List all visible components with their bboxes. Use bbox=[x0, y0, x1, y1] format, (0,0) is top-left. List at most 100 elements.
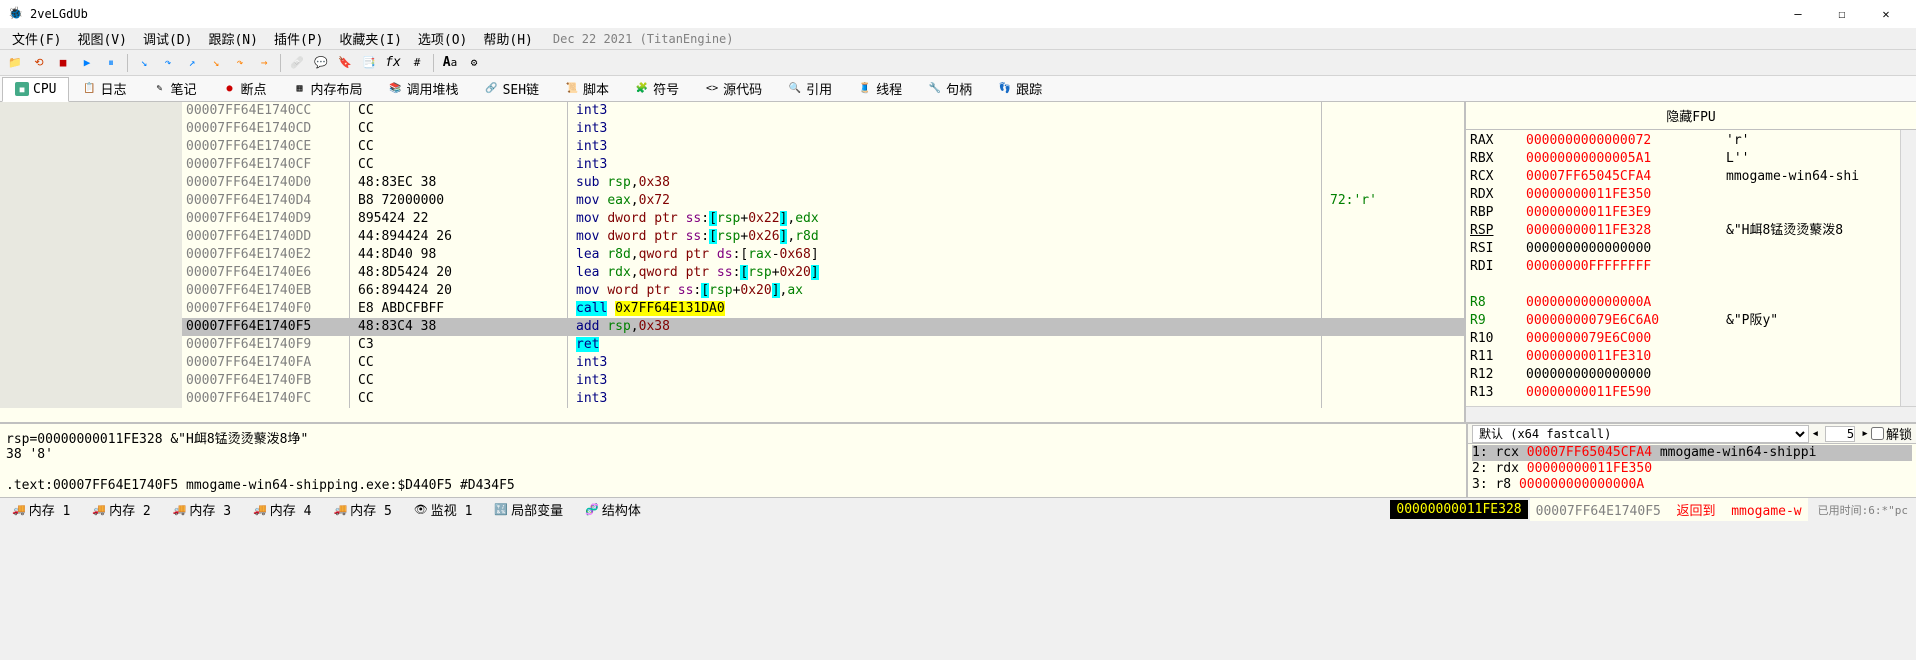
disasm-row[interactable]: 00007FF64E1740F9C3ret bbox=[0, 336, 1464, 354]
step-into-icon[interactable]: ↘ bbox=[133, 53, 155, 73]
tab-memmap[interactable]: ▦内存布局 bbox=[280, 74, 376, 103]
spinner-down-icon[interactable]: ◂ bbox=[1809, 426, 1821, 441]
btab-mem4[interactable]: 🚚内存 4 bbox=[243, 498, 321, 521]
btab-mem1[interactable]: 🚚内存 1 bbox=[2, 498, 80, 521]
disasm-row[interactable]: 00007FF64E1740F548:83C4 38add rsp,0x38 bbox=[0, 318, 1464, 336]
tab-symbols[interactable]: 🧩符号 bbox=[622, 74, 692, 103]
register-row[interactable]: RBX00000000000005A1L'' bbox=[1470, 150, 1912, 168]
run-to-icon[interactable]: → bbox=[253, 53, 275, 73]
tab-seh[interactable]: 🔗SEH链 bbox=[472, 74, 552, 103]
register-row[interactable]: R120000000000000000 bbox=[1470, 366, 1912, 384]
register-row[interactable]: R8000000000000000A bbox=[1470, 294, 1912, 312]
register-row[interactable]: RCX00007FF65045CFA4mmogame-win64-shi bbox=[1470, 168, 1912, 186]
btab-mem3[interactable]: 🚚内存 3 bbox=[163, 498, 241, 521]
close-button[interactable]: ✕ bbox=[1864, 0, 1908, 28]
tab-script[interactable]: 📜脚本 bbox=[552, 74, 622, 103]
patches-icon[interactable]: 🩹 bbox=[286, 53, 308, 73]
register-row[interactable]: RBP00000000011FE3E9 bbox=[1470, 204, 1912, 222]
comments-icon[interactable]: 💬 bbox=[310, 53, 332, 73]
disasm-row[interactable]: 00007FF64E1740CECCint3 bbox=[0, 138, 1464, 156]
tab-log[interactable]: 📋日志 bbox=[69, 74, 139, 103]
disasm-row[interactable]: 00007FF64E1740FACCint3 bbox=[0, 354, 1464, 372]
font-icon[interactable]: Aa bbox=[439, 53, 461, 73]
tab-follow[interactable]: 👣跟踪 bbox=[985, 74, 1055, 103]
settings-icon[interactable]: ⚙ bbox=[463, 53, 485, 73]
step-out-icon[interactable]: ↗ bbox=[181, 53, 203, 73]
hash-icon[interactable]: # bbox=[406, 53, 428, 73]
register-row[interactable]: RAX0000000000000072'r' bbox=[1470, 132, 1912, 150]
register-row[interactable]: RSP00000000011FE328&"H衈8锰烫烫藂泼8 bbox=[1470, 222, 1912, 240]
tab-notes[interactable]: ✎笔记 bbox=[140, 74, 210, 103]
args-list[interactable]: 1: rcx 00007FF65045CFA4 mmogame-win64-sh… bbox=[1468, 444, 1916, 497]
stop-icon[interactable]: ■ bbox=[52, 53, 74, 73]
register-row[interactable]: R100000000079E6C000 bbox=[1470, 330, 1912, 348]
menu-view[interactable]: 视图(V) bbox=[69, 27, 134, 50]
register-scrollbar[interactable] bbox=[1900, 130, 1916, 406]
run-icon[interactable]: ▶ bbox=[76, 53, 98, 73]
labels-icon[interactable]: 🔖 bbox=[334, 53, 356, 73]
disasm-row[interactable]: 00007FF64E1740FBCCint3 bbox=[0, 372, 1464, 390]
register-list[interactable]: RAX0000000000000072'r'RBX00000000000005A… bbox=[1466, 130, 1916, 406]
btab-watch[interactable]: 👁监视 1 bbox=[404, 498, 483, 521]
menu-favorites[interactable]: 收藏夹(I) bbox=[331, 27, 409, 50]
trace-over-icon[interactable]: ↷ bbox=[229, 53, 251, 73]
restart-icon[interactable]: ⟲ bbox=[28, 53, 50, 73]
tab-threads[interactable]: 🧵线程 bbox=[845, 74, 915, 103]
menu-file[interactable]: 文件(F) bbox=[4, 27, 69, 50]
btab-mem2[interactable]: 🚚内存 2 bbox=[82, 498, 160, 521]
register-hscroll[interactable] bbox=[1466, 406, 1916, 422]
disasm-row[interactable]: 00007FF64E1740F0E8 ABDCFBFFcall 0x7FF64E… bbox=[0, 300, 1464, 318]
unlock-checkbox[interactable]: 解锁 bbox=[1871, 424, 1912, 443]
disassembly-list[interactable]: 00007FF64E1740CCCCint300007FF64E1740CDCC… bbox=[0, 102, 1464, 422]
trace-into-icon[interactable]: ↘ bbox=[205, 53, 227, 73]
tab-source[interactable]: <>源代码 bbox=[692, 74, 775, 103]
disasm-row[interactable]: 00007FF64E1740E244:8D40 98lea r8d,qword … bbox=[0, 246, 1464, 264]
menu-help[interactable]: 帮助(H) bbox=[475, 27, 540, 50]
disasm-row[interactable]: 00007FF64E1740EB66:894424 20mov word ptr… bbox=[0, 282, 1464, 300]
register-row[interactable]: R900000000079E6C6A0&"P阪y" bbox=[1470, 312, 1912, 330]
register-row[interactable]: RDX00000000011FE350 bbox=[1470, 186, 1912, 204]
step-over-icon[interactable]: ↷ bbox=[157, 53, 179, 73]
arg-count-input[interactable] bbox=[1825, 426, 1855, 442]
disasm-row[interactable]: 00007FF64E1740D048:83EC 38sub rsp,0x38 bbox=[0, 174, 1464, 192]
disasm-row[interactable]: 00007FF64E1740D9895424 22mov dword ptr s… bbox=[0, 210, 1464, 228]
register-row[interactable]: R1300000000011FE590 bbox=[1470, 384, 1912, 402]
register-row[interactable]: R1100000000011FE310 bbox=[1470, 348, 1912, 366]
disasm-row[interactable]: 00007FF64E1740CFCCint3 bbox=[0, 156, 1464, 174]
register-row[interactable]: RSI0000000000000000 bbox=[1470, 240, 1912, 258]
btab-mem5[interactable]: 🚚内存 5 bbox=[323, 498, 401, 521]
tab-refs[interactable]: 🔍引用 bbox=[775, 74, 845, 103]
tab-breakpoints[interactable]: ●断点 bbox=[210, 74, 280, 103]
tab-handles[interactable]: 🔧句柄 bbox=[915, 74, 985, 103]
menu-options[interactable]: 选项(O) bbox=[410, 27, 475, 50]
disasm-row[interactable]: 00007FF64E1740CDCCint3 bbox=[0, 120, 1464, 138]
pause-icon[interactable]: ⏸ bbox=[100, 53, 122, 73]
btab-locals[interactable]: 🔣局部变量 bbox=[484, 498, 573, 521]
disasm-row[interactable]: 00007FF64E1740E648:8D5424 20lea rdx,qwor… bbox=[0, 264, 1464, 282]
functions-icon[interactable]: fx bbox=[382, 53, 404, 73]
disasm-row[interactable]: 00007FF64E1740FCCCint3 bbox=[0, 390, 1464, 408]
spinner-up-icon[interactable]: ▸ bbox=[1859, 426, 1871, 441]
register-row[interactable]: RDI00000000FFFFFFFF bbox=[1470, 258, 1912, 276]
calling-convention-select[interactable]: 默认 (x64 fastcall) bbox=[1472, 425, 1809, 443]
menu-trace[interactable]: 跟踪(N) bbox=[200, 27, 265, 50]
btab-struct[interactable]: 🧬结构体 bbox=[575, 498, 651, 521]
tab-cpu[interactable]: ■CPU bbox=[2, 77, 69, 102]
follow-icon: 👣 bbox=[998, 82, 1012, 96]
tab-callstack[interactable]: 📚调用堆栈 bbox=[376, 74, 472, 103]
open-icon[interactable]: 📁 bbox=[4, 53, 26, 73]
disasm-row[interactable]: 00007FF64E1740CCCCint3 bbox=[0, 102, 1464, 120]
maximize-button[interactable]: ☐ bbox=[1820, 0, 1864, 28]
register-row[interactable] bbox=[1470, 276, 1912, 294]
menubar: 文件(F) 视图(V) 调试(D) 跟踪(N) 插件(P) 收藏夹(I) 选项(… bbox=[0, 28, 1916, 50]
disasm-row[interactable]: 00007FF64E1740DD44:894424 26mov dword pt… bbox=[0, 228, 1464, 246]
minimize-button[interactable]: — bbox=[1776, 0, 1820, 28]
menu-plugins[interactable]: 插件(P) bbox=[266, 27, 331, 50]
arg-row[interactable]: 3: r8 000000000000000A bbox=[1472, 477, 1912, 493]
disasm-row[interactable]: 00007FF64E1740D4B8 72000000mov eax,0x727… bbox=[0, 192, 1464, 210]
menu-debug[interactable]: 调试(D) bbox=[135, 27, 200, 50]
arg-row[interactable]: 1: rcx 00007FF65045CFA4 mmogame-win64-sh… bbox=[1472, 445, 1912, 461]
bookmarks-icon[interactable]: 📑 bbox=[358, 53, 380, 73]
register-header[interactable]: 隐藏FPU bbox=[1466, 102, 1916, 130]
arg-row[interactable]: 2: rdx 00000000011FE350 bbox=[1472, 461, 1912, 477]
